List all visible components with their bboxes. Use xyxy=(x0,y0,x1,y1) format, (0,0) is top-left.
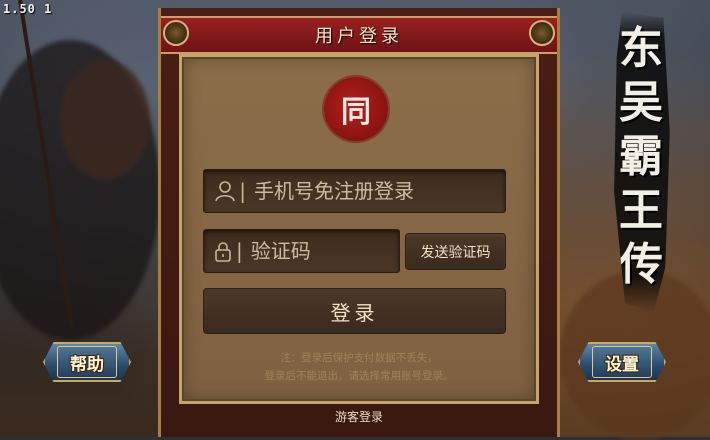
send-code-button[interactable]: 发送验证码 xyxy=(405,233,506,270)
game-title-char: 吴 xyxy=(619,77,663,128)
settings-button-label: 设置 xyxy=(605,354,639,375)
user-icon xyxy=(212,180,237,202)
phone-field[interactable]: | xyxy=(203,169,506,213)
game-title-char: 霸 xyxy=(619,131,663,182)
code-field[interactable]: | xyxy=(203,229,502,273)
field-separator: | xyxy=(239,179,246,203)
phone-input[interactable] xyxy=(252,178,505,204)
field-separator: | xyxy=(236,239,243,263)
settings-button[interactable]: 设置 xyxy=(578,342,666,382)
help-button-label: 帮助 xyxy=(70,354,104,375)
panel-title: 用户登录 xyxy=(315,26,403,47)
game-title-char: 东 xyxy=(619,23,663,74)
game-title-char: 传 xyxy=(619,239,663,290)
login-notice: 注：登录后保护支付数据不丢失， 登录后不能退出，请选择常用账号登录。 xyxy=(182,349,536,385)
lock-icon xyxy=(212,240,234,262)
help-button[interactable]: 帮助 xyxy=(43,342,131,382)
login-form: 同 | | 发送验证码 登录 xyxy=(179,54,539,404)
corner-ornament-right xyxy=(529,20,555,46)
panel-header: 用户登录 xyxy=(161,16,557,54)
horse-silhouette xyxy=(60,60,150,180)
brand-seal-logo: 同 xyxy=(324,77,388,141)
corner-ornament-left xyxy=(163,20,189,46)
guest-login-link[interactable]: 游客登录 xyxy=(161,408,557,425)
notice-line: 登录后不能退出，请选择常用账号登录。 xyxy=(264,370,454,382)
notice-line: 注：登录后保护支付数据不丢失， xyxy=(280,352,438,364)
game-title-char: 王 xyxy=(619,185,663,236)
login-button[interactable]: 登录 xyxy=(203,288,506,334)
brand-seal-char: 同 xyxy=(341,95,371,130)
login-panel: 用户登录 同 | | xyxy=(158,8,560,437)
version-label: 1.50 1 xyxy=(3,2,53,16)
